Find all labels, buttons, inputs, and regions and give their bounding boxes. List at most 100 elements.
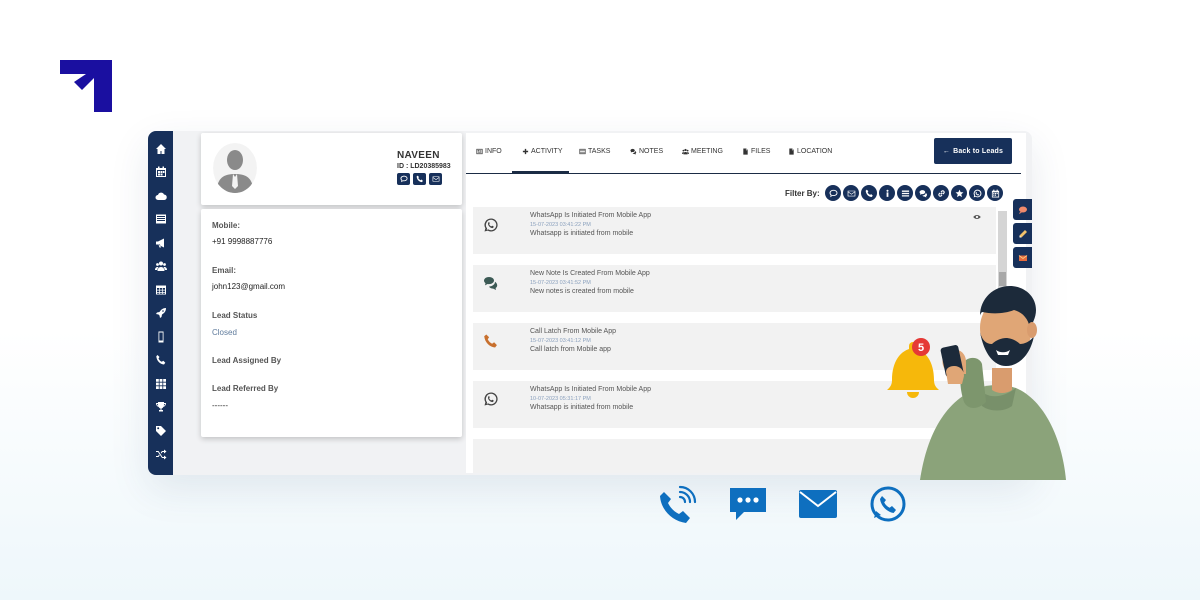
lead-referred-by-value: ------ bbox=[212, 401, 228, 410]
sidebar-calendar-icon[interactable] bbox=[148, 161, 173, 185]
filter-link-icon[interactable] bbox=[933, 185, 949, 201]
lead-referred-by-label: Lead Referred By bbox=[212, 384, 279, 393]
filter-calendar-icon[interactable] bbox=[987, 185, 1003, 201]
activity-timestamp: 15-07-2023 03:41:22 PM bbox=[530, 222, 591, 228]
sidebar-trophy-icon[interactable] bbox=[148, 396, 173, 420]
phone-call-icon bbox=[660, 485, 697, 523]
envelope-icon bbox=[1018, 254, 1027, 261]
whatsapp-icon bbox=[483, 217, 499, 233]
chat-icon bbox=[400, 175, 407, 183]
users-icon bbox=[682, 148, 689, 155]
tab-meeting[interactable]: MEETING bbox=[682, 148, 723, 155]
activity-description: Call latch from Mobile app bbox=[530, 346, 611, 353]
tab-location[interactable]: LOCATION bbox=[788, 148, 832, 155]
filter-phone-icon[interactable] bbox=[861, 185, 877, 201]
tab-notes[interactable]: NOTES bbox=[630, 148, 663, 155]
pencil-icon bbox=[1019, 229, 1027, 237]
filter-label: Filter By: bbox=[785, 189, 820, 198]
sidebar-list-icon[interactable] bbox=[148, 208, 173, 232]
phone-icon bbox=[483, 333, 499, 349]
active-tab-indicator bbox=[512, 171, 569, 174]
back-to-leads-button[interactable]: ← Back to Leads bbox=[934, 138, 1012, 164]
info-card-icon bbox=[476, 148, 483, 155]
filter-info-icon[interactable] bbox=[879, 185, 895, 201]
notification-count: 5 bbox=[918, 342, 924, 354]
sidebar-phone-icon[interactable] bbox=[148, 349, 173, 373]
plus-icon bbox=[522, 148, 529, 155]
side-tab-mail[interactable] bbox=[1013, 247, 1032, 268]
activity-title: WhatsApp Is Initiated From Mobile App bbox=[530, 212, 651, 219]
activity-description: Whatsapp is initiated from mobile bbox=[530, 404, 634, 411]
eye-icon[interactable] bbox=[973, 213, 981, 221]
sidebar bbox=[148, 131, 173, 475]
sidebar-tag-icon[interactable] bbox=[148, 419, 173, 443]
tab-activity-label: ACTIVITY bbox=[531, 148, 563, 155]
chat-button[interactable] bbox=[397, 173, 410, 185]
tab-location-label: LOCATION bbox=[797, 148, 833, 155]
lead-profile-card: NAVEEN ID : LD20385983 bbox=[201, 133, 462, 205]
filter-star-icon[interactable] bbox=[951, 185, 967, 201]
activity-title: Call Latch From Mobile App bbox=[530, 328, 616, 335]
tab-files[interactable]: FILES bbox=[742, 148, 770, 155]
sidebar-mobile-icon[interactable] bbox=[148, 325, 173, 349]
person-with-phone-illustration: 5 bbox=[887, 286, 1066, 480]
sidebar-megaphone-icon[interactable] bbox=[148, 231, 173, 255]
sidebar-cloud-icon[interactable] bbox=[148, 184, 173, 208]
email-icon bbox=[432, 176, 439, 182]
filter-chat-icon[interactable] bbox=[825, 185, 841, 201]
lead-status-value: Closed bbox=[212, 328, 237, 337]
sidebar-shuffle-icon[interactable] bbox=[148, 443, 173, 467]
lead-details-card: Mobile: +91 9998887776 Email: john123@gm… bbox=[201, 209, 462, 437]
activity-timestamp: 10-07-2023 05:31:17 PM bbox=[530, 396, 591, 402]
sidebar-rocket-icon[interactable] bbox=[148, 302, 173, 326]
brand-logo-icon bbox=[60, 60, 112, 112]
tab-notes-label: NOTES bbox=[639, 148, 664, 155]
comments-icon bbox=[630, 148, 637, 155]
email-value: john123@gmail.com bbox=[212, 282, 286, 291]
tasks-icon bbox=[579, 148, 586, 155]
chat-dots-icon bbox=[730, 488, 766, 520]
side-tab-edit[interactable] bbox=[1013, 223, 1032, 244]
sidebar-table-icon[interactable] bbox=[148, 278, 173, 302]
tab-meeting-label: MEETING bbox=[691, 148, 723, 155]
activity-title: New Note Is Created From Mobile App bbox=[530, 270, 650, 277]
tab-tasks[interactable]: TASKS bbox=[579, 148, 610, 155]
filter-icons bbox=[825, 185, 1003, 201]
lead-contact-actions bbox=[397, 173, 442, 185]
comments-icon bbox=[483, 275, 499, 291]
speech-bubble-icon bbox=[1018, 206, 1027, 214]
notification-bell-icon: 5 bbox=[887, 338, 939, 398]
tab-files-label: FILES bbox=[751, 148, 771, 155]
filter-email-icon[interactable] bbox=[843, 185, 859, 201]
activity-item[interactable]: WhatsApp Is Initiated From Mobile App 15… bbox=[473, 207, 996, 254]
filter-whatsapp-icon[interactable] bbox=[969, 185, 985, 201]
lead-assigned-by-label: Lead Assigned By bbox=[212, 356, 282, 365]
email-label: Email: bbox=[212, 266, 237, 275]
lead-name: NAVEEN bbox=[397, 150, 440, 161]
sidebar-grid-icon[interactable] bbox=[148, 372, 173, 396]
avatar bbox=[213, 143, 257, 193]
tab-info[interactable]: INFO bbox=[476, 148, 502, 155]
side-quick-tabs bbox=[1013, 199, 1033, 268]
whatsapp-icon bbox=[483, 391, 499, 407]
activity-description: New notes is created from mobile bbox=[530, 288, 634, 295]
envelope-icon bbox=[799, 490, 837, 518]
email-button[interactable] bbox=[429, 173, 442, 185]
tab-tasks-label: TASKS bbox=[588, 148, 611, 155]
arrow-left-icon: ← bbox=[942, 147, 951, 155]
activity-title: WhatsApp Is Initiated From Mobile App bbox=[530, 386, 651, 393]
tab-activity[interactable]: ACTIVITY bbox=[522, 148, 563, 155]
lead-status-label: Lead Status bbox=[212, 311, 258, 320]
activity-timestamp: 15-07-2023 03:41:52 PM bbox=[530, 280, 591, 286]
file-icon bbox=[789, 148, 794, 155]
lead-id: ID : LD20385983 bbox=[397, 163, 451, 170]
file-icon bbox=[743, 148, 748, 155]
filter-comments-icon[interactable] bbox=[915, 185, 931, 201]
mobile-value: +91 9998887776 bbox=[212, 237, 273, 246]
side-tab-comment[interactable] bbox=[1013, 199, 1032, 220]
sidebar-home-icon[interactable] bbox=[148, 137, 173, 161]
tab-info-label: INFO bbox=[485, 148, 502, 155]
filter-list-icon[interactable] bbox=[897, 185, 913, 201]
call-button[interactable] bbox=[413, 173, 426, 185]
sidebar-users-icon[interactable] bbox=[148, 255, 173, 279]
